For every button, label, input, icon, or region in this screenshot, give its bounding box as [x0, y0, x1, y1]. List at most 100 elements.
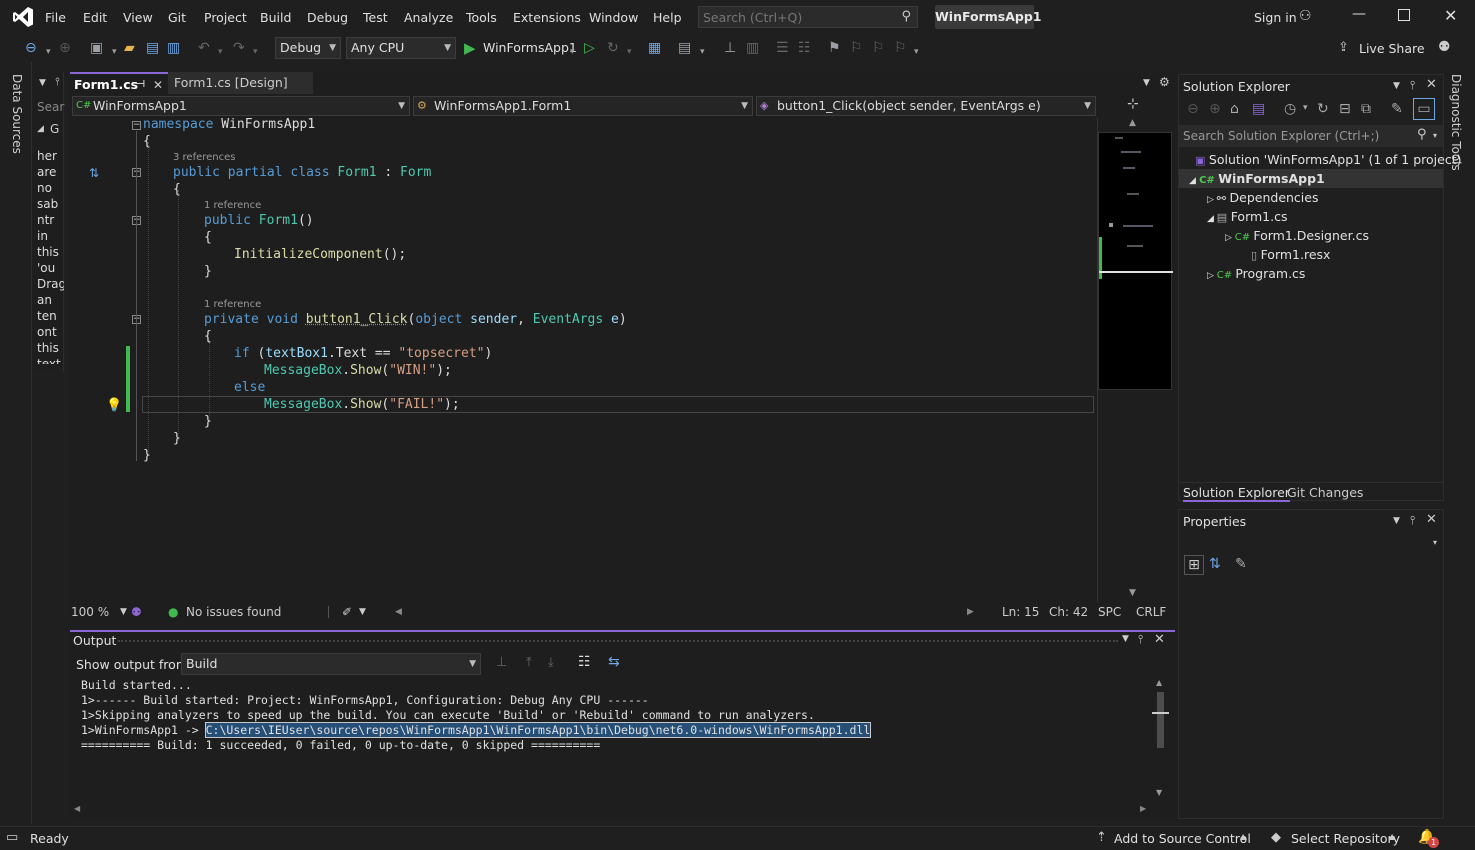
code-line[interactable]: {: [204, 229, 212, 246]
tree-dependencies[interactable]: ▷ ⚯ Dependencies: [1207, 188, 1318, 207]
start-dropdown-icon[interactable]: ▾: [570, 43, 575, 61]
expand-icon[interactable]: ◢: [37, 124, 44, 134]
code-cleanup-icon[interactable]: ✐: [342, 602, 352, 622]
pin-icon[interactable]: ⫯: [1138, 632, 1143, 647]
code-line[interactable]: InitializeComponent();: [234, 246, 406, 263]
filter-dropdown-icon[interactable]: ▾: [1303, 103, 1308, 113]
undo-icon[interactable]: ↶: [198, 39, 210, 57]
sync-icon[interactable]: ↻: [1317, 101, 1329, 117]
select-repository-button[interactable]: Select Repository: [1291, 831, 1400, 846]
scroll-right-icon[interactable]: ▶: [967, 602, 974, 622]
home-icon[interactable]: ⌂: [1230, 101, 1239, 117]
expanded-arrow-icon[interactable]: ◢: [1189, 176, 1199, 186]
properties-object-dropdown[interactable]: ▾: [1181, 534, 1441, 552]
code-line[interactable]: {: [204, 328, 212, 345]
whitespace-mode[interactable]: SPC: [1098, 602, 1121, 622]
alphabetical-icon[interactable]: ⇅: [1209, 556, 1221, 572]
new-project-icon[interactable]: ▣: [90, 39, 103, 57]
data-sources-search[interactable]: Sear: [37, 100, 64, 114]
add-to-source-control-button[interactable]: Add to Source Control: [1114, 831, 1251, 846]
code-line[interactable]: {: [143, 133, 151, 150]
tree-program[interactable]: ▷ C# Program.cs: [1207, 264, 1305, 283]
menu-help[interactable]: Help: [653, 10, 682, 25]
code-line[interactable]: }: [173, 430, 181, 447]
collapse-all-icon[interactable]: ⊟: [1339, 101, 1351, 117]
search-icon[interactable]: ⚲: [901, 9, 911, 24]
collapsed-arrow-icon[interactable]: ▷: [1207, 195, 1217, 205]
data-sources-side-tab[interactable]: Data Sources: [10, 74, 24, 154]
code-line[interactable]: namespace WinFormsApp1: [143, 116, 315, 133]
menu-analyze[interactable]: Analyze: [404, 10, 453, 25]
panel-menu-icon[interactable]: ▼: [1393, 81, 1400, 91]
tab-list-dropdown-icon[interactable]: ▼: [1143, 78, 1150, 88]
search-input[interactable]: [703, 9, 893, 25]
back-dropdown-icon[interactable]: ▾: [46, 43, 51, 61]
navigate-back-icon[interactable]: ⊖: [25, 39, 37, 57]
back-icon[interactable]: ⊖: [1187, 101, 1199, 117]
scroll-down-icon[interactable]: ▼: [1129, 588, 1136, 598]
code-line[interactable]: public Form1(): [204, 212, 314, 229]
scroll-up-icon[interactable]: ▲: [1129, 118, 1136, 128]
clear-bookmarks-icon[interactable]: ⚐: [894, 39, 907, 57]
diagnostic-tools-side-tab[interactable]: Diagnostic Tools: [1449, 74, 1463, 171]
search-icon[interactable]: ⚲: [1417, 127, 1427, 142]
data-sources-group[interactable]: G: [50, 122, 59, 136]
categorized-icon[interactable]: ⊞: [1184, 555, 1204, 575]
output-line[interactable]: Build started...: [81, 678, 192, 693]
code-line[interactable]: {: [173, 181, 181, 198]
live-share-icon[interactable]: ⇪: [1338, 40, 1349, 55]
output-line[interactable]: 1>WinFormsApp1 -> C:\Users\IEUser\source…: [81, 722, 872, 738]
switch-views-icon[interactable]: ▤: [1252, 101, 1265, 117]
show-all-files-icon[interactable]: ⧉: [1361, 101, 1371, 117]
properties-wrench-icon[interactable]: ✎: [1391, 101, 1403, 117]
tree-project[interactable]: ◢ C# WinFormsApp1: [1179, 169, 1443, 188]
find-message-icon[interactable]: ⊥: [496, 655, 507, 670]
menu-edit[interactable]: Edit: [83, 10, 107, 25]
menu-view[interactable]: View: [123, 10, 153, 25]
drag-grip[interactable]: [118, 640, 1118, 642]
column-number[interactable]: Ch: 42: [1049, 602, 1088, 622]
output-line[interactable]: 1>Skipping analyzers to speed up the bui…: [81, 708, 815, 723]
menu-debug[interactable]: Debug: [307, 10, 348, 25]
platform-dropdown[interactable]: Any CPU ▼: [346, 37, 456, 59]
menu-extensions[interactable]: Extensions: [513, 10, 581, 25]
tab-git-changes[interactable]: Git Changes: [1287, 485, 1363, 500]
pending-changes-icon[interactable]: ◷: [1284, 101, 1296, 117]
format-icon[interactable]: ▥: [746, 39, 759, 57]
hot-reload-dropdown-icon[interactable]: ▾: [627, 43, 632, 61]
output-vertical-scrollbar[interactable]: ▲ ▼: [1152, 678, 1169, 802]
prev-message-icon[interactable]: ⤒: [526, 655, 532, 670]
scroll-up-icon[interactable]: ▲: [1156, 678, 1162, 687]
scroll-thumb[interactable]: [1157, 692, 1164, 748]
account-icon[interactable]: ⚇: [1299, 8, 1312, 24]
configuration-dropdown[interactable]: Debug ▼: [275, 37, 341, 59]
preview-selected-icon[interactable]: ▭: [1413, 98, 1435, 120]
close-panel-icon[interactable]: ✕: [1426, 512, 1437, 527]
tree-form1-designer[interactable]: ▷ C# Form1.Designer.cs: [1225, 226, 1369, 245]
pin-icon[interactable]: ⫯: [1410, 513, 1415, 528]
comment-icon[interactable]: ☰: [776, 39, 789, 57]
codelens-references[interactable]: 1 reference: [204, 299, 261, 310]
start-debugging-icon[interactable]: ▶: [464, 39, 476, 57]
output-horizontal-scrollbar[interactable]: ◀ ▶: [70, 802, 1150, 818]
scroll-right-icon[interactable]: ▶: [1140, 804, 1146, 813]
save-icon[interactable]: ▤: [146, 39, 159, 57]
tree-form1[interactable]: ◢ ▤ Form1.cs: [1207, 207, 1288, 226]
feedback-icon[interactable]: ⚉: [1438, 39, 1451, 55]
navigate-forward-icon[interactable]: ⊕: [59, 39, 71, 57]
redo-dropdown-icon[interactable]: ▾: [253, 43, 258, 61]
menu-tools[interactable]: Tools: [466, 10, 497, 25]
zoom-dropdown-icon[interactable]: ▼: [120, 602, 127, 622]
line-number[interactable]: Ln: 15: [1002, 602, 1039, 622]
hot-reload-icon[interactable]: ↻: [607, 39, 619, 57]
save-all-icon[interactable]: ▥: [167, 39, 180, 57]
codelens-references[interactable]: 3 references: [173, 152, 236, 163]
code-minimap[interactable]: [1098, 132, 1173, 390]
menu-test[interactable]: Test: [363, 10, 388, 25]
settings-gear-icon[interactable]: ⚙: [1159, 75, 1170, 89]
zoom-level[interactable]: 100 %: [71, 602, 109, 622]
sign-in-link[interactable]: Sign in: [1254, 10, 1297, 25]
menu-project[interactable]: Project: [204, 10, 247, 25]
chevron-up-icon[interactable]: ▲: [1240, 832, 1246, 841]
issues-status[interactable]: No issues found: [186, 602, 281, 622]
